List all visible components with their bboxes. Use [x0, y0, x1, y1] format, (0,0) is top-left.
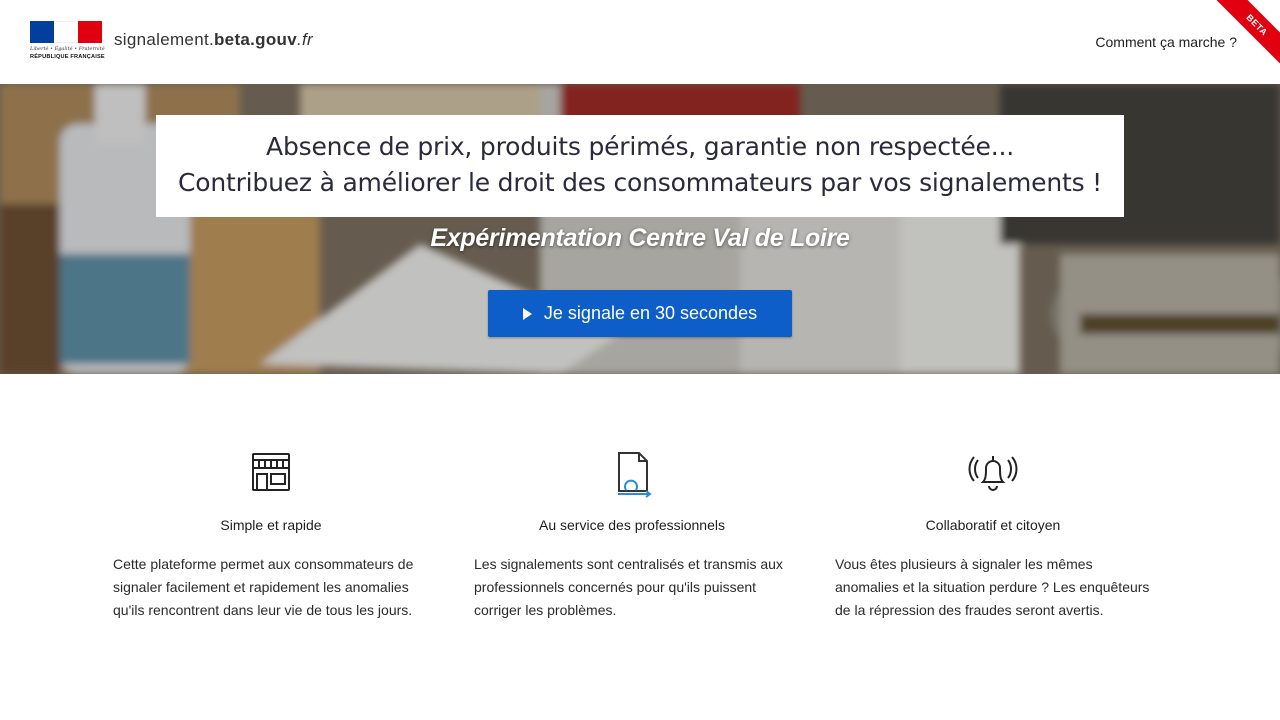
french-flag-icon [30, 21, 102, 43]
hero-subtitle: Expérimentation Centre Val de Loire [430, 224, 850, 252]
site-name-link[interactable]: signalement.beta.gouv.fr [114, 30, 313, 50]
site-name-part2: beta.gouv [214, 30, 297, 49]
report-cta-button[interactable]: Je signale en 30 secondes [488, 290, 792, 337]
bell-alert-icon [968, 456, 1018, 491]
feature-title: Simple et rapide [220, 517, 322, 533]
feature-title: Au service des professionnels [539, 517, 725, 533]
feature-description: Vous êtes plusieurs à signaler les mêmes… [835, 556, 1150, 618]
cta-label: Je signale en 30 secondes [543, 303, 758, 323]
motto-text: Liberté • Égalité • Fraternité [30, 46, 105, 52]
how-it-works-link[interactable]: Comment ça marche ? [1095, 34, 1237, 50]
feature-professionals: Au service des professionnels Les signal… [474, 450, 790, 622]
headline-line-1: Absence de prix, produits périmés, garan… [266, 132, 1014, 161]
feature-simple: Simple et rapide Cette plateforme permet… [113, 450, 429, 622]
republique-text: RÉPUBLIQUE FRANÇAISE [30, 54, 105, 60]
store-icon [252, 453, 290, 491]
feature-collaborative: Collaboratif et citoyen Vous êtes plusie… [835, 450, 1151, 622]
site-name-part3: .fr [297, 30, 314, 49]
feature-description: Les signalements sont centralisés et tra… [474, 556, 783, 618]
feature-description: Cette plateforme permet aux consommateur… [113, 556, 414, 618]
headline-line-2: Contribuez à améliorer le droit des cons… [177, 168, 1102, 197]
document-refresh-icon [618, 452, 652, 498]
headline-box: Absence de prix, produits périmés, garan… [156, 115, 1124, 217]
feature-title: Collaboratif et citoyen [925, 517, 1061, 533]
site-header: Liberté • Égalité • Fraternité RÉPUBLIQU… [0, 0, 1280, 84]
features-section: Simple et rapide Cette plateforme permet… [0, 374, 1280, 720]
republique-francaise-logo[interactable]: Liberté • Égalité • Fraternité RÉPUBLIQU… [30, 21, 105, 63]
play-icon [522, 307, 532, 320]
hero-banner: Absence de prix, produits périmés, garan… [0, 84, 1280, 374]
site-name-part1: signalement. [114, 30, 214, 49]
